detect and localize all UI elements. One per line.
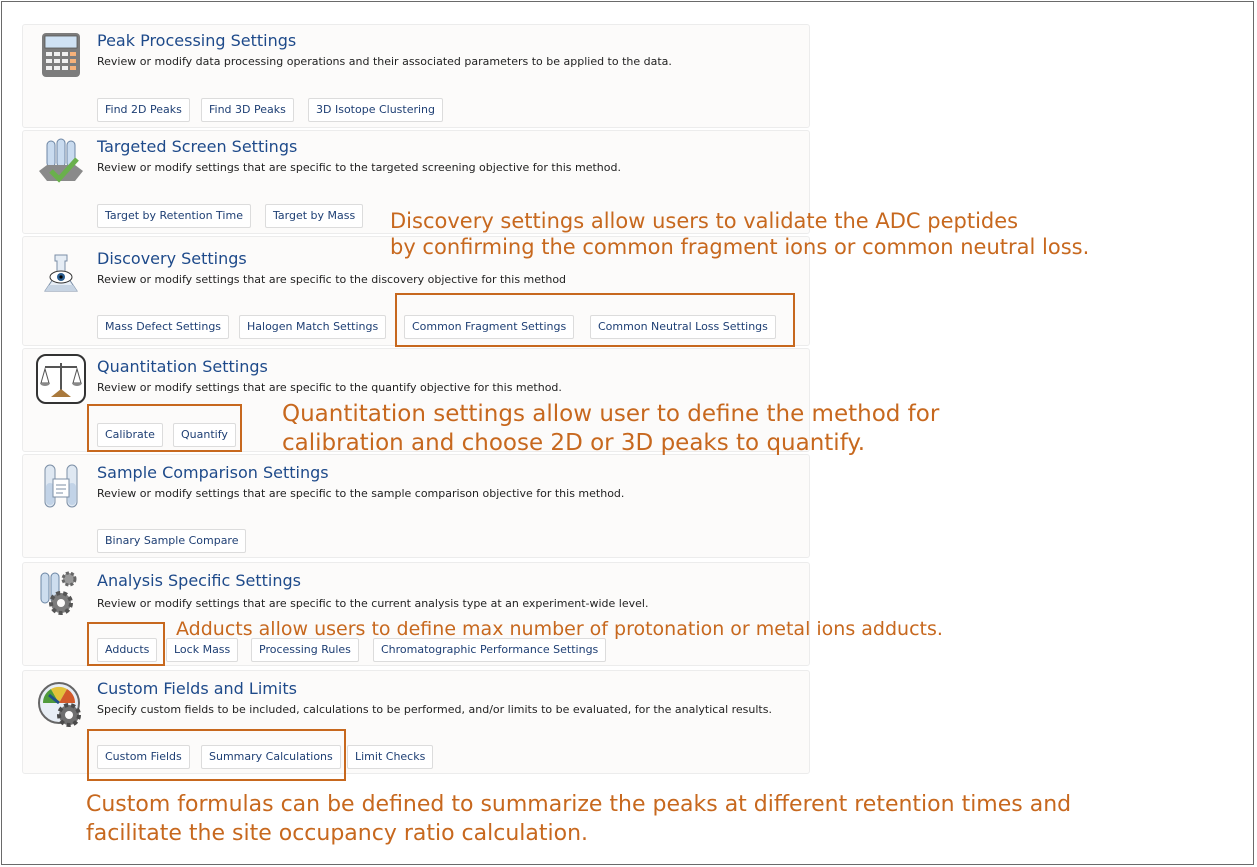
annotation-adducts: Adducts allow users to define max number… — [176, 616, 943, 642]
compare-tubes-icon — [37, 463, 85, 511]
common-fragment-settings-button[interactable]: Common Fragment Settings — [404, 315, 575, 339]
annotation-discovery-line2: by confirming the common fragment ions o… — [390, 235, 1090, 259]
calculator-icon — [37, 31, 85, 79]
section-description: Review or modify settings that are speci… — [97, 161, 621, 174]
tubes-gear-icon — [37, 569, 85, 617]
section-description: Review or modify settings that are speci… — [97, 597, 649, 610]
limit-checks-button[interactable]: Limit Checks — [347, 745, 434, 769]
summary-calculations-button[interactable]: Summary Calculations — [201, 745, 341, 769]
section-sample-comparison: Sample Comparison Settings Review or mod… — [22, 454, 810, 558]
test-tubes-check-icon — [37, 137, 85, 185]
halogen-match-settings-button[interactable]: Halogen Match Settings — [239, 315, 387, 339]
section-title: Targeted Screen Settings — [97, 137, 298, 156]
section-analysis-specific: Analysis Specific Settings Review or mod… — [22, 562, 810, 666]
find-2d-peaks-button[interactable]: Find 2D Peaks — [97, 98, 190, 122]
annotation-discovery: Discovery settings allow users to valida… — [390, 208, 1089, 260]
section-description: Review or modify settings that are speci… — [97, 273, 567, 286]
custom-fields-button[interactable]: Custom Fields — [97, 745, 190, 769]
annotation-adducts-line: Adducts allow users to define max number… — [176, 618, 943, 640]
section-title: Analysis Specific Settings — [97, 571, 301, 590]
section-title: Sample Comparison Settings — [97, 463, 329, 482]
common-neutral-loss-settings-button[interactable]: Common Neutral Loss Settings — [590, 315, 776, 339]
adducts-button[interactable]: Adducts — [97, 638, 158, 662]
annotation-custom: Custom formulas can be defined to summar… — [86, 790, 1071, 848]
section-description: Review or modify settings that are speci… — [97, 381, 562, 394]
annotation-quantitation-line2: calibration and choose 2D or 3D peaks to… — [282, 430, 866, 456]
find-3d-peaks-button[interactable]: Find 3D Peaks — [201, 98, 294, 122]
section-title: Peak Processing Settings — [97, 31, 297, 50]
eye-flask-icon — [37, 251, 85, 299]
screenshot-frame: Peak Processing Settings Review or modif… — [1, 1, 1254, 865]
balance-scale-icon — [35, 353, 87, 405]
binary-sample-compare-button[interactable]: Binary Sample Compare — [97, 529, 247, 553]
section-custom-fields: Custom Fields and Limits Specify custom … — [22, 670, 810, 774]
quantify-button[interactable]: Quantify — [173, 423, 236, 447]
annotation-custom-line2: facilitate the site occupancy ratio calc… — [86, 821, 589, 846]
section-title: Custom Fields and Limits — [97, 679, 297, 698]
section-title: Discovery Settings — [97, 249, 247, 268]
target-by-retention-time-button[interactable]: Target by Retention Time — [97, 204, 251, 228]
section-description: Specify custom fields to be included, ca… — [97, 703, 772, 716]
target-by-mass-button[interactable]: Target by Mass — [265, 204, 364, 228]
3d-isotope-clustering-button[interactable]: 3D Isotope Clustering — [308, 98, 444, 122]
annotation-quantitation-line1: Quantitation settings allow user to defi… — [282, 401, 940, 427]
annotation-discovery-line1: Discovery settings allow users to valida… — [390, 209, 1019, 233]
annotation-quantitation: Quantitation settings allow user to defi… — [282, 400, 939, 458]
annotation-custom-line1: Custom formulas can be defined to summar… — [86, 792, 1072, 817]
section-description: Review or modify data processing operati… — [97, 55, 672, 68]
section-description: Review or modify settings that are speci… — [97, 487, 625, 500]
calibrate-button[interactable]: Calibrate — [97, 423, 163, 447]
section-title: Quantitation Settings — [97, 357, 268, 376]
gauge-gear-icon — [37, 681, 85, 729]
section-peak-processing: Peak Processing Settings Review or modif… — [22, 24, 810, 128]
mass-defect-settings-button[interactable]: Mass Defect Settings — [97, 315, 230, 339]
